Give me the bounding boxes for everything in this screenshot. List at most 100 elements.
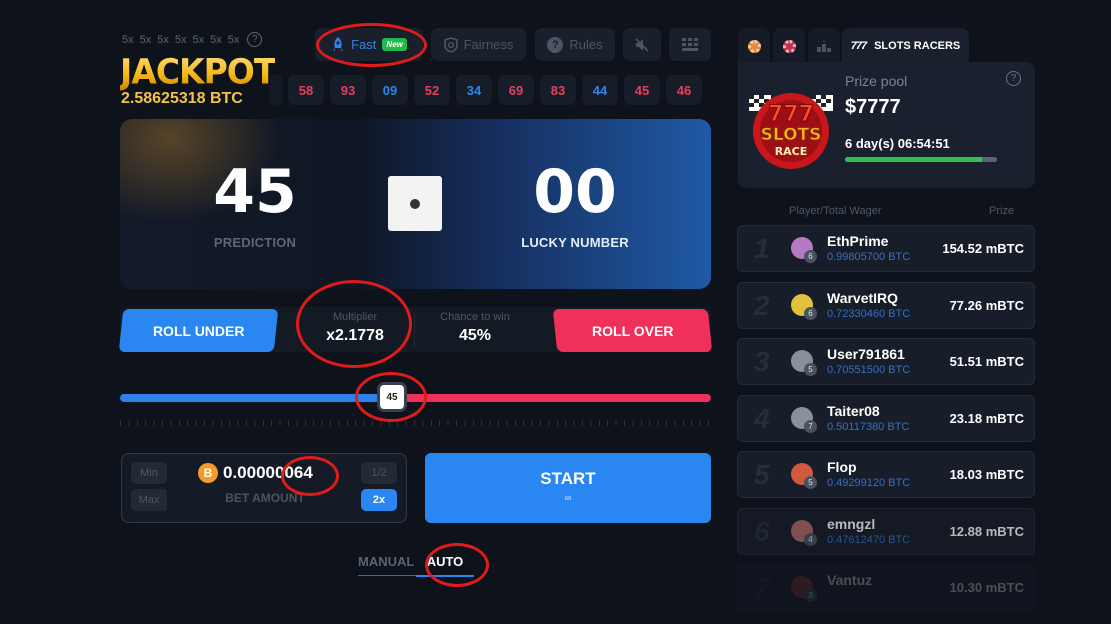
roll-under-button[interactable]: ROLL UNDER	[118, 309, 279, 352]
player-wager: 0.47612470 BTC	[827, 533, 911, 546]
roll-over-button[interactable]: ROLL OVER	[552, 309, 713, 352]
level-badge: 6	[804, 250, 817, 263]
race-progress-fill	[845, 157, 982, 162]
history-chip[interactable]: 44	[582, 75, 618, 105]
player-wager: 0.99805700 BTC	[827, 251, 911, 263]
player-prize: 18.03 mBTC	[949, 467, 1024, 482]
sidebar-tab-leaderboard[interactable]	[808, 28, 840, 64]
logo-777: 777	[768, 102, 814, 127]
rules-button[interactable]: ? Rules	[535, 28, 615, 61]
leaderboard-row[interactable]: 2 6 WarvetIRQ 0.72330460 BTC 77.26 mBTC	[737, 281, 1035, 329]
sidebar-tab-chip-orange[interactable]	[738, 28, 770, 64]
player-prize: 12.88 mBTC	[949, 523, 1024, 539]
leaderboard-rank: 5	[754, 459, 770, 490]
leaderboard-row[interactable]: 3 5 User791861 0.70551500 BTC 51.51 mBTC	[737, 338, 1035, 385]
slider-track-over[interactable]	[392, 394, 711, 402]
roll-over-label: ROLL OVER	[591, 322, 674, 339]
dice-icon	[388, 176, 442, 231]
history-chip[interactable]: 45	[624, 75, 660, 105]
history-chip[interactable]: 09	[372, 75, 408, 105]
history-chip[interactable]: 46	[666, 75, 702, 105]
leaderboard-rank: 6	[754, 515, 770, 547]
annotation-circle-bet	[281, 456, 339, 496]
bet-double-button[interactable]: 2x	[361, 489, 397, 511]
multiplier-chip: 5x	[174, 33, 187, 46]
player-name: User791861	[827, 346, 905, 362]
sidebar-tab-slots-racers[interactable]: 777 SLOTS RACERS	[842, 28, 969, 64]
jackpot-amount: 2.58625318 BTC	[121, 90, 243, 107]
player-prize: 23.18 mBTC	[949, 410, 1024, 426]
multiplier-chip: 5x	[157, 33, 169, 46]
history-chip[interactable]: 93	[330, 75, 366, 105]
level-badge: 7	[804, 419, 817, 433]
player-prize: 10.30 mBTC	[949, 580, 1024, 595]
slots-race-logo: 777 SLOTS RACE	[749, 93, 833, 169]
grid-icon	[682, 37, 698, 51]
bet-min-button[interactable]: Min	[131, 462, 167, 484]
fairness-label: Fairness	[463, 37, 514, 52]
history-chip[interactable]: 52	[414, 75, 450, 105]
leaderboard-list: 1 6 EthPrime 0.99805700 BTC 154.52 mBTC 2 6 War…	[737, 225, 1035, 621]
leaderboard-row[interactable]: 6 4 emngzl 0.47612470 BTC 12.88 mBTC	[737, 507, 1035, 555]
race-help-icon[interactable]: ?	[1006, 71, 1021, 86]
leaderboard-rank: 3	[754, 346, 770, 377]
player-wager: 0.70551500 BTC	[827, 364, 911, 376]
chip-orange-icon	[747, 39, 761, 53]
chip-red-icon	[782, 39, 796, 53]
player-name: EthPrime	[827, 233, 889, 249]
podium-icon	[817, 40, 831, 52]
player-name: Flop	[827, 459, 857, 475]
history-chip[interactable]: 58	[288, 75, 324, 105]
prediction-value: 45	[213, 157, 297, 227]
prediction-label: PREDICTION	[213, 235, 297, 250]
player-prize: 154.52 mBTC	[942, 241, 1024, 256]
leaderboard-rank: 2	[754, 289, 770, 321]
fairness-button[interactable]: Fairness	[431, 28, 526, 61]
jackpot-help-icon[interactable]: ?	[247, 32, 263, 47]
mute-button[interactable]	[623, 28, 661, 61]
leaderboard-rank: 4	[754, 402, 770, 434]
history-chip[interactable]: 69	[498, 75, 534, 105]
leaderboard-row[interactable]: 5 5 Flop 0.49299120 BTC 18.03 mBTC	[737, 451, 1035, 498]
chance-stat: Chance to win 45%	[425, 311, 525, 345]
tab-manual[interactable]: MANUAL	[358, 554, 416, 576]
slider-ticks	[120, 420, 711, 426]
level-badge: 5	[804, 363, 817, 376]
question-circle-icon: ?	[547, 36, 564, 53]
leaderboard-header-player: Player/Total Wager	[789, 205, 882, 217]
bitcoin-icon: B	[198, 463, 218, 483]
level-badge: 6	[804, 306, 817, 320]
player-prize: 51.51 mBTC	[949, 354, 1024, 369]
bet-half-button[interactable]: 1/2	[361, 462, 397, 484]
leaderboard-row[interactable]: 1 6 EthPrime 0.99805700 BTC 154.52 mBTC	[737, 225, 1035, 272]
slots-racers-label: SLOTS RACERS	[874, 40, 961, 52]
roll-history: 58 93 09 52 34 69 83 44 45 46	[270, 75, 702, 105]
leaderboard-header-prize: Prize	[989, 205, 1015, 217]
bet-max-button[interactable]: Max	[131, 489, 167, 511]
player-name: emngzl	[827, 515, 876, 532]
history-fade	[270, 75, 282, 105]
sidebar-tab-chip-red[interactable]	[773, 28, 805, 64]
player-wager: 0.50117380 BTC	[827, 420, 910, 433]
slider-track-under[interactable]	[120, 394, 392, 402]
logo-race: RACE	[775, 145, 808, 158]
grid-menu-button[interactable]	[669, 28, 711, 61]
multiplier-chip: 5x	[227, 33, 240, 46]
player-name: Vantuz	[827, 572, 873, 588]
multiplier-chip: 5x	[139, 33, 152, 46]
prize-pool-label: Prize pool	[845, 73, 908, 89]
roll-under-label: ROLL UNDER	[152, 322, 245, 339]
player-wager: 0.72330460 BTC	[827, 307, 911, 320]
level-badge: 5	[804, 476, 817, 489]
history-chip[interactable]: 34	[456, 75, 492, 105]
history-chip[interactable]: 83	[540, 75, 576, 105]
prize-pool-value: $7777	[845, 96, 901, 118]
player-name: WarvetIRQ	[827, 289, 899, 306]
race-timer: 6 day(s) 06:54:51	[845, 136, 950, 151]
start-button[interactable]: START ∞	[425, 453, 711, 523]
chance-label: Chance to win	[440, 311, 510, 323]
logo-slots: SLOTS	[761, 125, 822, 145]
chance-value: 45%	[458, 327, 492, 344]
leaderboard-row[interactable]: 4 7 Taiter08 0.50117380 BTC 23.18 mBTC	[737, 394, 1035, 442]
leaderboard-row[interactable]: 7 3 Vantuz 10.30 mBTC	[737, 564, 1035, 611]
